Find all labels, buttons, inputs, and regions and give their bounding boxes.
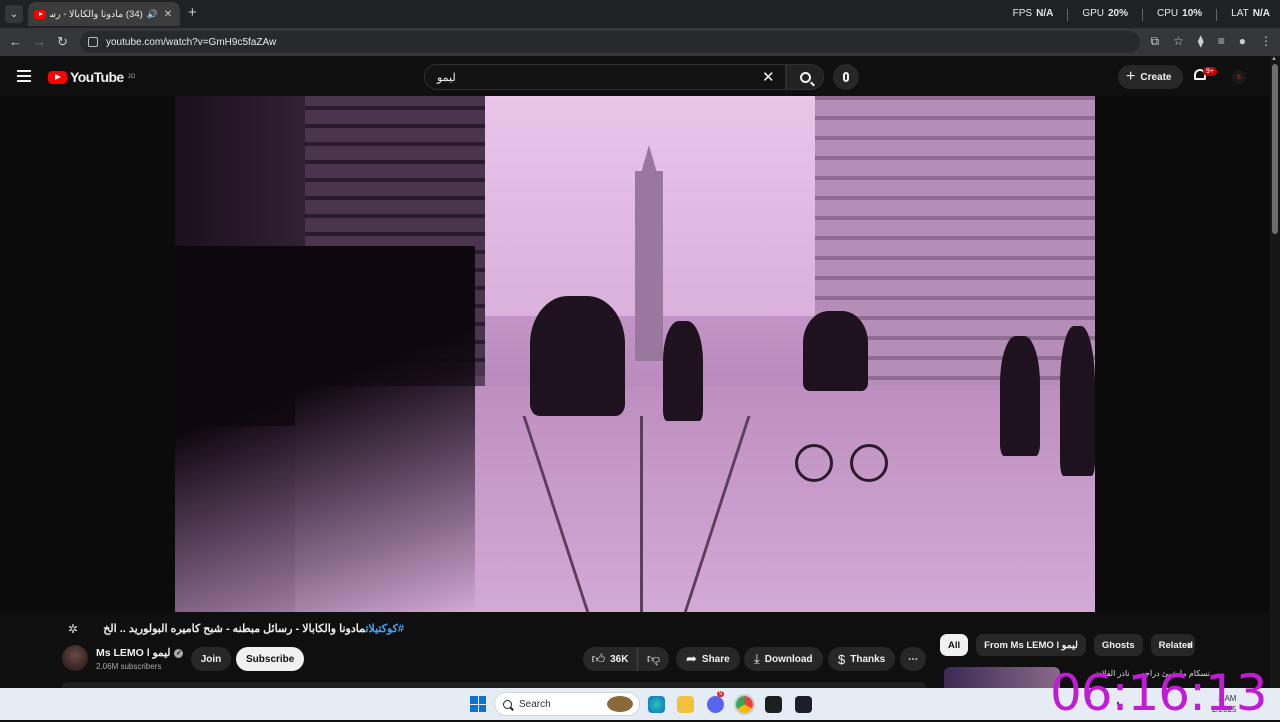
- audio-playing-icon[interactable]: 🔊: [147, 9, 158, 20]
- install-app-icon[interactable]: ⧉: [1150, 34, 1159, 49]
- lat-stat: LAT N/A: [1231, 8, 1270, 19]
- tab-title: (34) مادونا والكابالا - رسائل ...: [50, 8, 143, 20]
- page-scrollbar[interactable]: ▲: [1270, 56, 1280, 688]
- performance-overlay: FPS N/A GPU 20% CPU 10% LAT N/A: [1013, 8, 1270, 21]
- super-thanks-icon: $: [838, 651, 846, 667]
- notification-badge: 9+: [1203, 67, 1217, 76]
- search-icon: [503, 699, 512, 709]
- verified-check-icon: ✓: [174, 648, 184, 658]
- browser-tab-bar: ⌄ (34) مادونا والكابالا - رسائل ... 🔊 ✕ …: [0, 0, 1280, 28]
- scroll-up-icon[interactable]: ▲: [1271, 56, 1277, 62]
- plus-icon: +: [1126, 68, 1136, 85]
- bookmark-star-icon[interactable]: ☆: [1173, 34, 1184, 49]
- discord-icon[interactable]: [707, 696, 724, 713]
- menu-hamburger-icon[interactable]: [17, 70, 31, 85]
- chip-all[interactable]: All: [940, 634, 969, 656]
- address-bar-row: ← → ↻ youtube.com/watch?v=GmH9c5faZAw ⧉ …: [0, 28, 1280, 56]
- profile-icon[interactable]: ●: [1239, 34, 1246, 49]
- search-highlight-icon: [607, 696, 633, 712]
- video-player[interactable]: [0, 96, 1270, 612]
- url-field[interactable]: youtube.com/watch?v=GmH9c5faZAw: [80, 31, 1140, 53]
- video-frame[interactable]: [175, 96, 1095, 612]
- search-input[interactable]: ليمو: [424, 64, 786, 90]
- edge-icon[interactable]: [648, 696, 665, 713]
- join-button[interactable]: Join: [191, 647, 231, 671]
- download-icon: ⤓: [754, 651, 760, 666]
- clear-search-icon[interactable]: ✕: [762, 68, 775, 86]
- youtube-play-icon: [48, 70, 67, 84]
- thanks-button[interactable]: $ Thanks: [828, 647, 896, 671]
- chip-ghosts[interactable]: Ghosts: [1093, 634, 1143, 656]
- more-actions-button[interactable]: ⋯: [900, 647, 926, 671]
- thumbs-down-icon: 👎︎: [646, 651, 661, 666]
- youtube-logo[interactable]: YouTube JO: [48, 69, 135, 85]
- suggested-video-thumbnail[interactable]: [944, 667, 1060, 688]
- search-icon: [799, 71, 811, 83]
- subscribe-button[interactable]: Subscribe: [236, 647, 305, 671]
- terminal-icon[interactable]: [765, 696, 782, 713]
- voice-search-button[interactable]: [833, 64, 859, 90]
- extensions-icon[interactable]: ⧫: [1198, 34, 1204, 49]
- file-explorer-icon[interactable]: [677, 696, 694, 713]
- chrome-icon[interactable]: [734, 694, 755, 715]
- video-title: #كوكتيلاتمادونا والكابالا - رسائل مبطنه …: [103, 623, 404, 635]
- microphone-icon: [843, 72, 849, 82]
- account-avatar[interactable]: s: [1232, 70, 1246, 84]
- like-button[interactable]: 👍︎ 36K: [583, 647, 637, 671]
- tab-close-icon[interactable]: ✕: [162, 9, 174, 20]
- overlay-clock: 06:16:13: [1050, 664, 1268, 722]
- tab-search-button[interactable]: ⌄: [5, 5, 23, 23]
- youtube-favicon-icon: [34, 9, 46, 19]
- chevron-right-icon[interactable]: ›: [1187, 636, 1192, 652]
- channel-name[interactable]: Ms LEMO l ليمو ✓: [96, 647, 184, 659]
- reload-icon[interactable]: ↻: [57, 34, 68, 50]
- create-button[interactable]: + Create: [1118, 65, 1184, 89]
- chip-from-channel[interactable]: From Ms LEMO l ليمو: [976, 634, 1086, 656]
- share-button[interactable]: ➦ Share: [676, 647, 740, 671]
- app-icon[interactable]: [795, 696, 812, 713]
- search-button[interactable]: [786, 64, 824, 90]
- download-button[interactable]: ⤓ Download: [744, 647, 823, 671]
- scrollbar-thumb[interactable]: [1272, 64, 1278, 234]
- browser-tab[interactable]: (34) مادونا والكابالا - رسائل ... 🔊 ✕: [28, 2, 180, 26]
- subscriber-count: 2.06M subscribers: [96, 662, 162, 671]
- youtube-header: YouTube JO ليمو ✕ + Create 9+ s: [0, 56, 1270, 96]
- channel-avatar[interactable]: [62, 645, 88, 671]
- discord-badge: 9: [717, 691, 725, 697]
- taskbar-search[interactable]: Search: [494, 692, 640, 716]
- share-arrow-icon: ➦: [686, 651, 697, 666]
- windows-start-icon[interactable]: [470, 696, 486, 712]
- cpu-stat: CPU 10%: [1157, 8, 1203, 19]
- reading-list-icon[interactable]: ≡: [1218, 34, 1225, 49]
- dislike-button[interactable]: 👎︎: [637, 647, 669, 671]
- title-hashtag[interactable]: #كوكتيلات: [365, 623, 404, 635]
- new-tab-button[interactable]: +: [188, 5, 197, 21]
- forward-arrow-icon[interactable]: →: [33, 34, 46, 50]
- back-arrow-icon[interactable]: ←: [9, 34, 22, 50]
- related-filter-chips: All From Ms LEMO l ليمو Ghosts Related: [940, 634, 1195, 656]
- browser-menu-icon[interactable]: ⋮: [1260, 34, 1272, 49]
- url-text: youtube.com/watch?v=GmH9c5faZAw: [106, 36, 277, 48]
- site-info-icon[interactable]: [88, 37, 98, 47]
- thumbs-up-icon: 👍︎: [591, 651, 606, 666]
- gpu-stat: GPU 20%: [1082, 8, 1129, 19]
- fps-stat: FPS N/A: [1012, 8, 1054, 19]
- browser-toolbar-icons: ⧉ ☆ ⧫ ≡ ● ⋮: [1150, 34, 1272, 49]
